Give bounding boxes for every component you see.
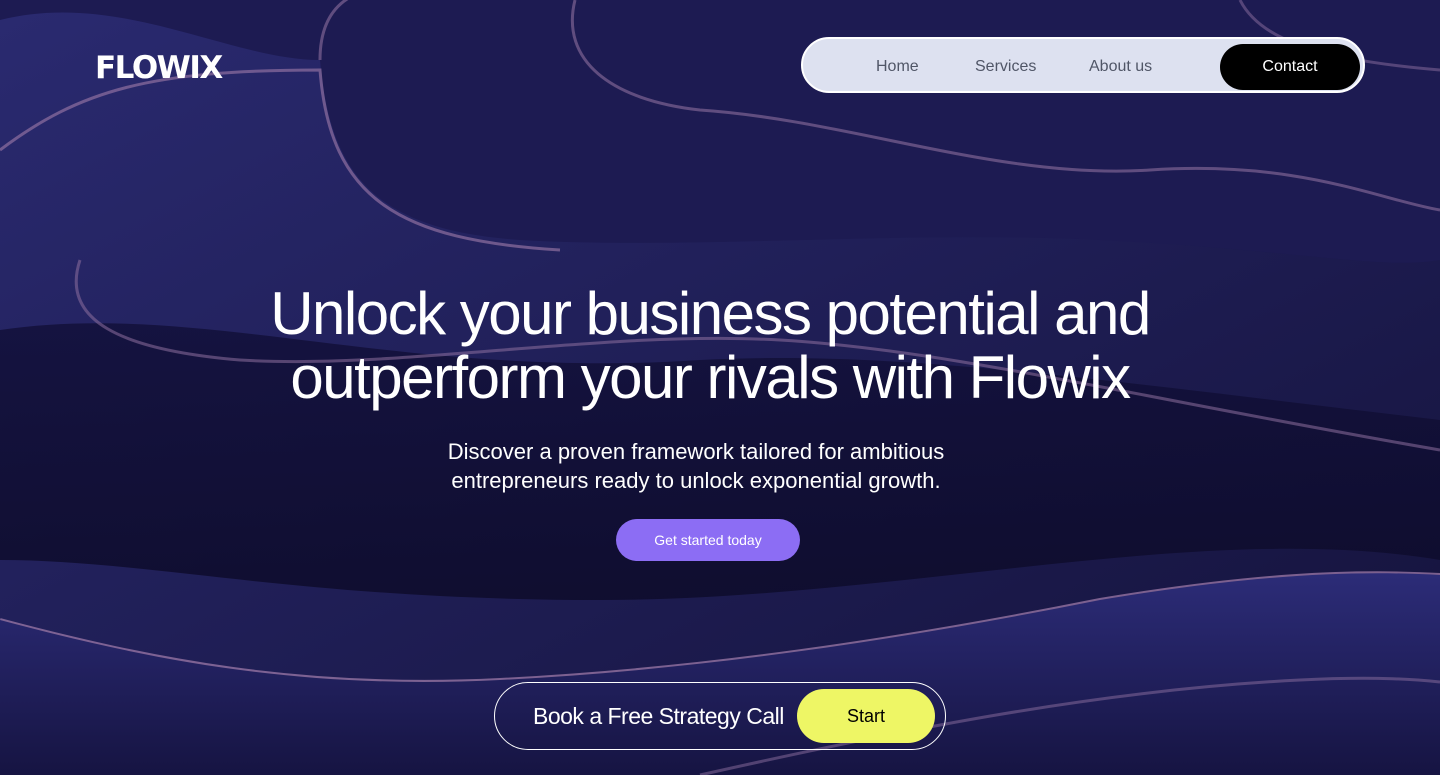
start-button[interactable]: Start: [797, 689, 935, 743]
contact-button[interactable]: Contact: [1220, 44, 1360, 90]
hero-subtitle-line-2: entrepreneurs ready to unlock exponentia…: [451, 468, 941, 493]
hero-subtitle-line-1: Discover a proven framework tailored for…: [447, 439, 945, 464]
hero-headline-line-2: outperform your rivals with Flowix: [290, 344, 1131, 411]
nav-item-about-us[interactable]: About us: [1089, 39, 1152, 95]
hero-subtitle: Discover a proven framework tailored for…: [400, 437, 992, 495]
hero-headline-line-1: Unlock your business potential and: [270, 280, 1151, 347]
main-navigation: Home Services About us Contact: [801, 37, 1365, 93]
strategy-call-banner: Book a Free Strategy Call Start: [494, 682, 946, 750]
nav-item-services[interactable]: Services: [975, 39, 1036, 95]
hero-headline: Unlock your business potential and outpe…: [180, 282, 1240, 410]
strategy-call-label: Book a Free Strategy Call: [533, 703, 784, 729]
get-started-button[interactable]: Get started today: [616, 519, 800, 561]
brand-logo[interactable]: FLOWIX: [95, 50, 223, 86]
nav-item-home[interactable]: Home: [876, 39, 919, 95]
